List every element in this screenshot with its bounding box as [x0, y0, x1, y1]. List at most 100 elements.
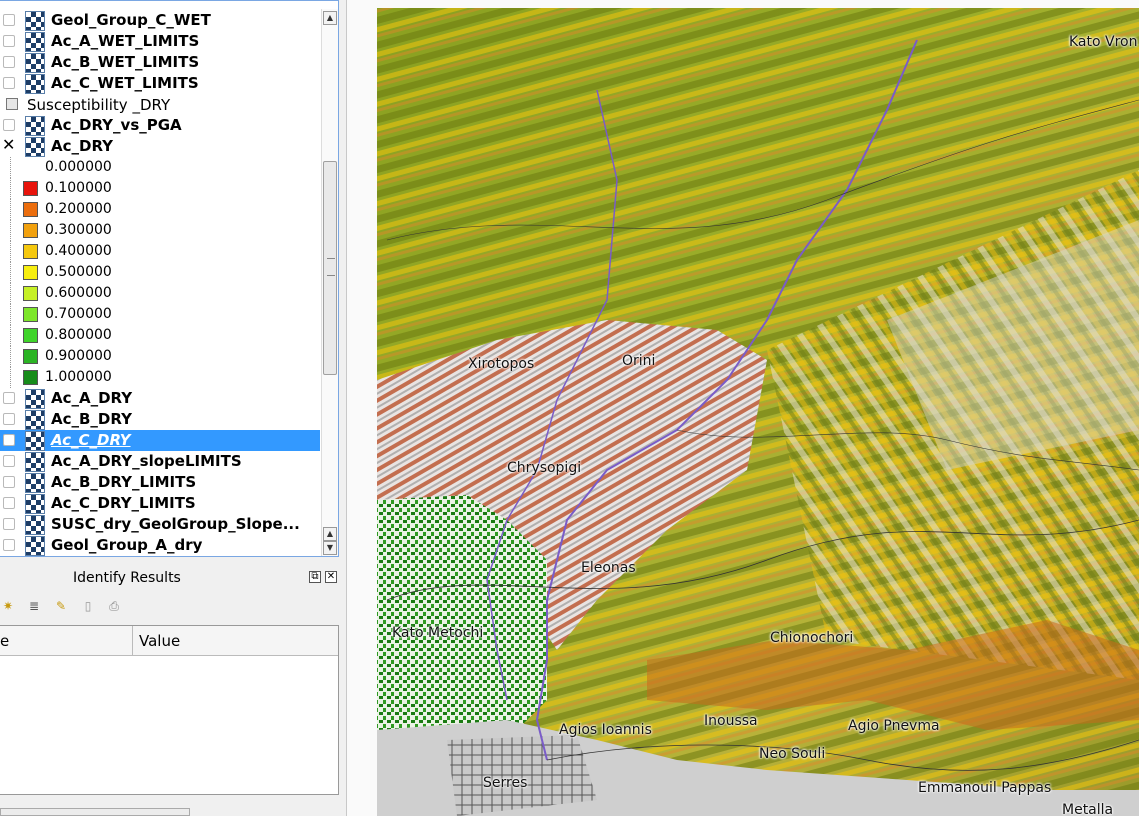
table-header: e Value	[0, 626, 338, 656]
layer-label: Ac_A_DRY_slopeLIMITS	[51, 452, 242, 470]
identify-results-table[interactable]: e Value	[0, 625, 339, 795]
legend-color-swatch	[23, 328, 38, 343]
legend-value: 0.400000	[45, 243, 112, 259]
close-panel-icon[interactable]: ✕	[325, 571, 337, 583]
raster-layer-icon	[25, 389, 45, 409]
legend-item: 0.900000	[0, 346, 320, 367]
column-header-feature[interactable]: e	[0, 632, 9, 650]
raster-layer-icon	[25, 11, 45, 31]
legend-color-swatch	[23, 244, 38, 259]
layer-label: Ac_DRY	[51, 137, 114, 155]
layer-checkbox[interactable]	[3, 77, 15, 89]
raster-layer-icon	[25, 473, 45, 493]
raster-layer-icon	[25, 431, 45, 451]
layer-checkbox[interactable]	[3, 392, 15, 404]
layer-item-ac-b-dry-limits[interactable]: Ac_B_DRY_LIMITS	[0, 472, 320, 493]
legend-value: 0.600000	[45, 285, 112, 301]
legend-color-swatch	[23, 202, 38, 217]
layer-label: Ac_C_WET_LIMITS	[51, 74, 199, 92]
legend-color-swatch	[23, 349, 38, 364]
legend-item: 0.800000	[0, 325, 320, 346]
layer-item-ac-b-dry[interactable]: Ac_B_DRY	[0, 409, 320, 430]
map-label-orini: Orini	[622, 353, 656, 369]
layer-label: Geol_Group_A_dry	[51, 536, 203, 554]
layer-checkbox[interactable]	[3, 56, 15, 68]
legend-item: 1.000000	[0, 367, 320, 388]
clear-results-icon[interactable]: ✎	[53, 598, 69, 614]
map-label-neo-souli: Neo Souli	[759, 746, 826, 762]
layer-label: Ac_A_WET_LIMITS	[51, 32, 200, 50]
identify-toolbar: ✷ ≣ ✎ ▯ ⎙	[0, 596, 346, 618]
scroll-up-icon[interactable]: ▲	[323, 11, 337, 25]
layer-label: SUSC_dry_GeolGroup_Slope...	[51, 515, 300, 533]
layer-checkbox-checked[interactable]: ✕	[2, 137, 15, 153]
legend-item: 0.100000	[0, 178, 320, 199]
layer-checkbox[interactable]	[3, 413, 15, 425]
layer-checkbox[interactable]	[3, 14, 15, 26]
layer-item-susc-dry-geolgroup-slope[interactable]: SUSC_dry_GeolGroup_Slope...	[0, 514, 320, 535]
legend-color-swatch	[23, 265, 38, 280]
layer-item-ac-c-dry[interactable]: Ac_C_DRY	[0, 430, 320, 451]
scrollbar-thumb[interactable]	[323, 161, 337, 375]
identify-results-title: Identify Results	[73, 570, 181, 586]
raster-layer-icon	[25, 53, 45, 73]
legend-item: 0.000000	[0, 157, 320, 178]
raster-layer-icon	[25, 515, 45, 535]
legend-color-swatch	[23, 181, 38, 196]
layer-item-ac-a-dry[interactable]: Ac_A_DRY	[0, 388, 320, 409]
raster-layer-icon	[25, 536, 45, 556]
layer-checkbox[interactable]	[3, 35, 15, 47]
layers-panel: Geol_Group_C_WET Ac_A_WET_LIMITS Ac_B_WE…	[0, 0, 347, 816]
layer-item-ac-dry[interactable]: ✕ Ac_DRY	[0, 136, 320, 157]
raster-layer-icon	[25, 32, 45, 52]
column-header-value[interactable]: Value	[139, 632, 180, 650]
layer-checkbox[interactable]	[3, 497, 15, 509]
map-label-kato-vron: Kato Vron	[1069, 34, 1138, 50]
group-icon	[6, 98, 18, 110]
layer-item-ac-c-wet-limits[interactable]: Ac_C_WET_LIMITS	[0, 73, 320, 94]
layer-checkbox[interactable]	[3, 539, 15, 551]
map-canvas[interactable]: Kato Vron Xirotopos Orini Chrysopigi Ele…	[347, 0, 1139, 816]
map-label-metalla: Metalla	[1062, 802, 1114, 816]
map-label-emmanouil-pappas: Emmanouil Pappas	[918, 780, 1052, 796]
layer-item-geol-group-c-wet[interactable]: Geol_Group_C_WET	[0, 10, 320, 31]
layer-tree[interactable]: Geol_Group_C_WET Ac_A_WET_LIMITS Ac_B_WE…	[0, 0, 339, 557]
raster-layer-icon	[25, 137, 45, 157]
layer-group-susceptibility-dry[interactable]: Susceptibility _DRY	[0, 94, 320, 115]
legend-value: 0.200000	[45, 201, 112, 217]
layer-item-ac-b-wet-limits[interactable]: Ac_B_WET_LIMITS	[0, 52, 320, 73]
legend-value: 0.700000	[45, 306, 112, 322]
print-icon[interactable]: ⎙	[106, 598, 122, 614]
map-label-agios-ioannis: Agios Ioannis	[559, 722, 652, 738]
layer-checkbox[interactable]	[3, 476, 15, 488]
raster-layer-icon	[25, 452, 45, 472]
horizontal-scrollbar[interactable]	[0, 808, 190, 816]
legend-value: 0.800000	[45, 327, 112, 343]
legend-color-swatch	[23, 370, 38, 385]
layer-checkbox[interactable]	[3, 455, 15, 467]
susceptibility-raster-map	[347, 0, 1139, 816]
layer-checkbox[interactable]	[3, 434, 15, 446]
layer-checkbox[interactable]	[3, 119, 15, 131]
legend-item: 0.200000	[0, 199, 320, 220]
float-panel-icon[interactable]: ⧉	[309, 571, 321, 583]
raster-layer-icon	[25, 494, 45, 514]
layer-item-geol-group-a-dry[interactable]: Geol_Group_A_dry	[0, 535, 320, 556]
scroll-down-icon[interactable]: ▼	[323, 541, 337, 555]
scroll-up-icon[interactable]: ▲	[323, 527, 337, 541]
layer-label: Ac_A_DRY	[51, 389, 133, 407]
layer-item-ac-c-dry-limits[interactable]: Ac_C_DRY_LIMITS	[0, 493, 320, 514]
layer-item-ac-a-wet-limits[interactable]: Ac_A_WET_LIMITS	[0, 31, 320, 52]
map-label-kato-metochi: Kato Metochi	[392, 625, 484, 641]
map-label-chionochori: Chionochori	[770, 630, 854, 646]
copy-icon[interactable]: ▯	[80, 598, 96, 614]
expand-tree-icon[interactable]: ✷	[0, 598, 16, 614]
collapse-tree-icon[interactable]: ≣	[26, 598, 42, 614]
map-label-serres: Serres	[483, 775, 528, 791]
layer-tree-scrollbar[interactable]: ▲ ▲ ▼	[321, 9, 338, 556]
layer-label: Ac_B_DRY_LIMITS	[51, 473, 197, 491]
legend-value: 0.000000	[45, 159, 112, 175]
layer-item-ac-dry-vs-pga[interactable]: Ac_DRY_vs_PGA	[0, 115, 320, 136]
layer-item-ac-a-dry-slopelimits[interactable]: Ac_A_DRY_slopeLIMITS	[0, 451, 320, 472]
layer-checkbox[interactable]	[3, 518, 15, 530]
